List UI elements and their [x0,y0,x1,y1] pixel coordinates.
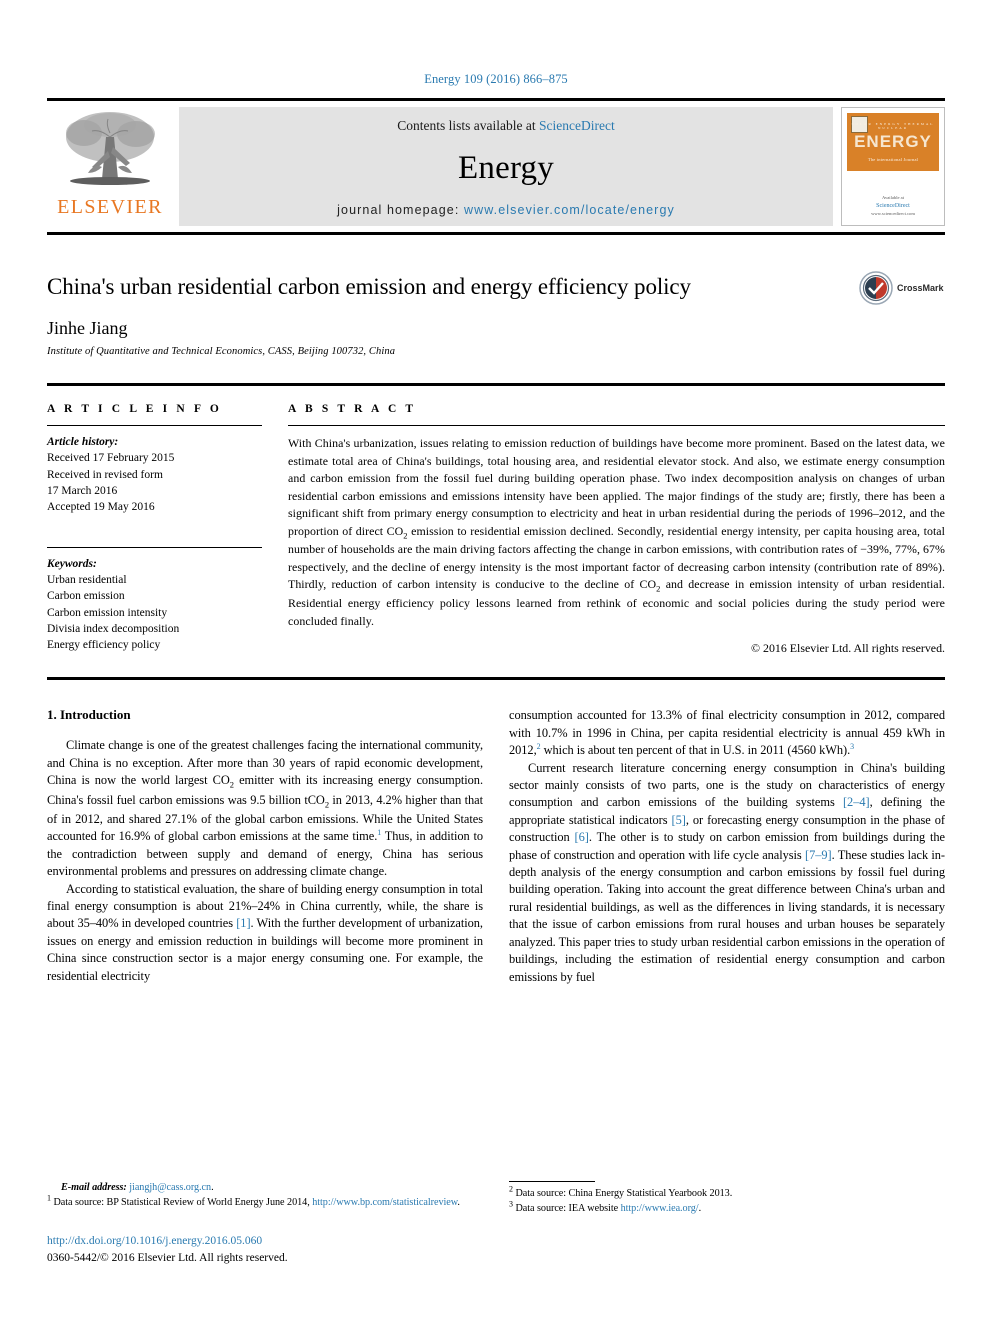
footnote-2-text: Data source: China Energy Statistical Ye… [515,1187,733,1199]
right-p1-b: which is about ten percent of that in U.… [540,743,851,758]
keyword-item: Carbon emission intensity [47,606,168,619]
homepage-label: journal homepage: [337,203,464,217]
abstract-rule [288,425,945,427]
footnote-2-number: 2 [509,1184,513,1194]
footnote-3: 3 Data source: IEA website http://www.ie… [509,1199,945,1217]
keyword-item: Divisia index decomposition [47,623,180,635]
cover-orange-panel: SOLAR ENERGY THERMAL NUCLEAR ENERGY The … [847,113,939,171]
footnote-marker-3[interactable]: 3 [850,742,854,751]
footnote-separator-rule [509,1180,595,1182]
contents-available-line: Contents lists available at ScienceDirec… [397,118,614,134]
email-footnote: E-mail address: jiangjh@cass.org.cn. [47,1181,483,1196]
article-info-heading: A R T I C L E I N F O [47,403,222,416]
journal-homepage-line: journal homepage: www.elsevier.com/locat… [337,203,675,217]
keywords-list: Keywords: Urban residential Carbon emiss… [47,556,262,654]
cover-title: ENERGY [854,132,932,151]
abstract-text: With China's urbanization, issues relati… [288,435,945,630]
elsevier-tree-icon [58,107,162,195]
keyword-item: Carbon emission [47,590,125,603]
paragraph: consumption accounted for 13.3% of final… [509,707,945,759]
footnote-2: 2 Data source: China Energy Statistical … [509,1184,945,1202]
footnote-1-text: Data source: BP Statistical Review of Wo… [53,1196,313,1208]
keyword-item: Urban residential [47,574,127,587]
email-tail: . [211,1181,214,1193]
article-info-column: A R T I C L E I N F O Article history: R… [47,403,262,656]
contents-prefix: Contents lists available at [397,118,539,133]
article-title-block: CrossMark China's urban residential carb… [47,271,945,358]
email-label: E-mail address: [61,1181,127,1193]
article-history-block: Article history: Received 17 February 20… [47,434,262,516]
body-separator-rule [47,677,945,681]
crossmark-logo-icon [859,271,893,305]
abstract-column: A B S T R A C T With China's urbanizatio… [288,403,945,656]
abstract-heading: A B S T R A C T [288,403,417,416]
right-p2-e: . These studies lack in-depth analysis o… [509,847,945,984]
footnote-3-text: Data source: IEA website [515,1202,621,1214]
author-affiliation: Institute of Quantitative and Technical … [47,346,396,358]
footnotes-left: E-mail address: jiangjh@cass.org.cn. 1 D… [47,1181,483,1267]
abstract-part-1: With China's urbanization, issues relati… [288,436,945,538]
journal-article-page: Energy 109 (2016) 866–875 ELSEVIER Conte… [0,0,992,1323]
footnote-1: 1 Data source: BP Statistical Review of … [47,1193,483,1211]
journal-title: Energy [458,150,554,186]
cover-top-band: SOLAR ENERGY THERMAL NUCLEAR [851,122,935,130]
info-abstract-section: A R T I C L E I N F O Article history: R… [47,383,945,656]
author-name: Jinhe Jiang [47,318,128,339]
cover-subtitle: The international Journal [867,157,919,162]
footnote-1-tail: . [457,1196,460,1208]
body-columns: 1. Introduction Climate change is one of… [47,707,945,986]
footnote-3-number: 3 [509,1199,513,1209]
author-email-link[interactable]: jiangjh@cass.org.cn [129,1182,211,1193]
keyword-item: Energy efficiency policy [47,639,161,652]
cover-footer: Available at ScienceDirect www.sciencedi… [842,195,944,218]
doi-block: http://dx.doi.org/10.1016/j.energy.2016.… [47,1233,483,1268]
keywords-label: Keywords: [47,557,97,570]
footnote-1-number: 1 [47,1193,51,1203]
issn-copyright-line: 0360-5442/© 2016 Elsevier Ltd. All right… [47,1251,288,1264]
history-line: 17 March 2016 [47,485,118,498]
citation-ref-6[interactable]: [6] [575,830,589,844]
paragraph: Current research literature concerning e… [509,760,945,986]
journal-masthead: ELSEVIER Contents lists available at Sci… [47,98,945,235]
journal-cover-thumbnail: SOLAR ENERGY THERMAL NUCLEAR ENERGY The … [841,107,945,226]
sciencedirect-link[interactable]: ScienceDirect [539,118,615,133]
cover-foot-prefix: Available at [882,195,904,201]
citation-ref-1[interactable]: [1] [236,916,250,930]
paragraph: Climate change is one of the greatest ch… [47,737,483,880]
citation-ref-7-9[interactable]: [7–9] [805,848,832,862]
section-heading-introduction: 1. Introduction [47,707,131,723]
history-line: Accepted 19 May 2016 [47,501,155,514]
crossmark-label: CrossMark [897,283,944,293]
elsevier-wordmark: ELSEVIER [57,196,163,218]
article-history-label: Article history: [47,436,119,449]
body-right-column: consumption accounted for 13.3% of final… [509,707,945,986]
citation-ref-2-4[interactable]: [2–4] [843,795,870,809]
history-line: Received 17 February 2015 [47,452,175,465]
paragraph: According to statistical evaluation, the… [47,881,483,986]
article-info-rule [47,425,262,427]
body-left-column: 1. Introduction Climate change is one of… [47,707,483,986]
footnote-3-link[interactable]: http://www.iea.org/ [621,1203,699,1214]
footnote-3-tail: . [698,1202,702,1214]
cover-sciencedirect-label: ScienceDirect [876,203,910,210]
doi-link[interactable]: http://dx.doi.org/10.1016/j.energy.2016.… [47,1233,483,1250]
footnotes-area: E-mail address: jiangjh@cass.org.cn. 1 D… [47,1180,945,1267]
running-head: Energy 109 (2016) 866–875 [424,72,568,86]
cover-sciencedirect-url: www.sciencedirect.com [871,211,915,217]
abstract-copyright: © 2016 Elsevier Ltd. All rights reserved… [751,641,945,656]
elsevier-logo: ELSEVIER [47,101,173,232]
keywords-block: Keywords: Urban residential Carbon emiss… [47,546,262,654]
footnotes-right: 2 Data source: China Energy Statistical … [509,1180,945,1267]
history-line: Received in revised form [47,468,163,481]
masthead-center-panel: Contents lists available at ScienceDirec… [179,107,833,226]
citation-ref-5[interactable]: [5] [672,813,686,827]
keywords-rule [47,546,262,548]
footnote-1-link[interactable]: http://www.bp.com/statisticalreview [312,1197,457,1208]
crossmark-badge[interactable]: CrossMark [859,265,945,311]
page-title: China's urban residential carbon emissio… [47,274,691,299]
homepage-url-link[interactable]: www.elsevier.com/locate/energy [464,203,675,217]
